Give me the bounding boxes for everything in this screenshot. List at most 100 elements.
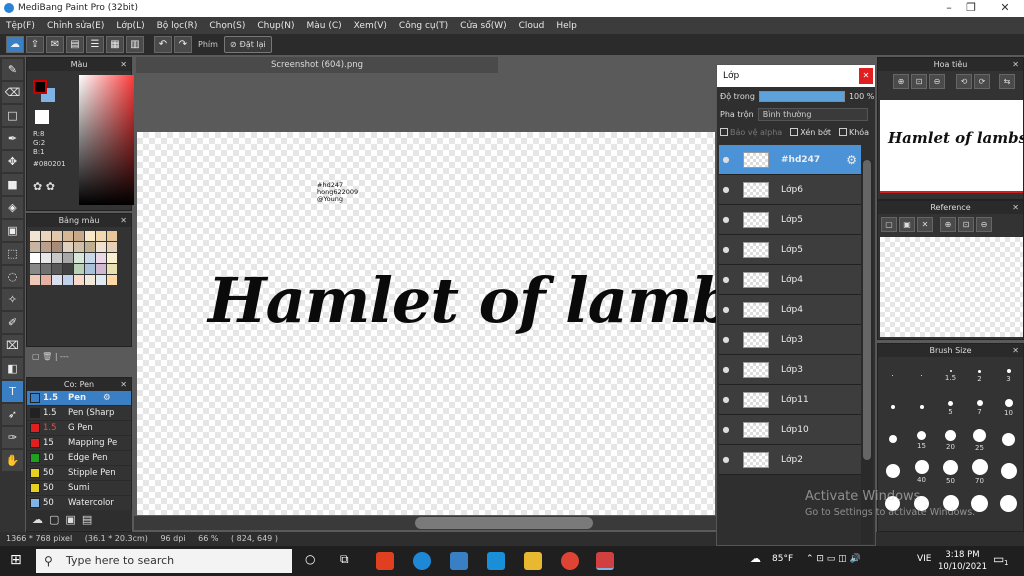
layer-scroll-thumb[interactable] xyxy=(863,160,871,460)
palette-swatch[interactable] xyxy=(107,231,117,241)
chrome-icon[interactable] xyxy=(561,552,579,570)
layer-settings-icon[interactable]: ⚙ xyxy=(846,153,857,167)
menu-item[interactable]: Màu (C) xyxy=(301,21,348,31)
palette-swatch[interactable] xyxy=(30,264,40,274)
brush-item[interactable]: 1.5 Pen (Sharp xyxy=(27,406,131,421)
brush-settings-icon[interactable]: ⚙ xyxy=(103,393,111,403)
panel-close-icon[interactable]: ✕ xyxy=(120,58,127,71)
palette-swatch[interactable] xyxy=(41,231,51,241)
brush-item[interactable]: 10 Edge Pen xyxy=(27,451,131,466)
palette-swatch[interactable] xyxy=(63,253,73,263)
menu-item[interactable]: Help xyxy=(550,21,583,31)
palette-swatch[interactable] xyxy=(107,242,117,252)
palette-swatch[interactable] xyxy=(63,231,73,241)
brush-page-icon[interactable]: ▤ xyxy=(82,513,92,530)
palette-swatch[interactable] xyxy=(63,242,73,252)
lasso-tool-icon[interactable]: ◌ xyxy=(2,266,23,287)
visibility-icon[interactable]: ● xyxy=(719,275,733,284)
ref-close-icon[interactable]: ✕ xyxy=(917,217,933,232)
select-tool-icon[interactable]: ⬚ xyxy=(2,243,23,264)
brush-size-option[interactable] xyxy=(878,360,907,392)
text-tool-icon[interactable]: T xyxy=(2,381,23,402)
input-language[interactable]: VIE xyxy=(917,554,932,564)
menu-item[interactable]: Cloud xyxy=(513,21,551,31)
visibility-icon[interactable]: ● xyxy=(719,185,733,194)
layer-row[interactable]: ● Lớp5 xyxy=(719,235,861,265)
palette-swatch[interactable] xyxy=(52,275,62,285)
panel-close-icon[interactable]: ✕ xyxy=(1012,58,1019,71)
taskbar-clock[interactable]: 3:18 PM 10/10/2021 xyxy=(938,549,987,573)
ref-new-icon[interactable]: ▢ xyxy=(881,217,897,232)
palette-swatch[interactable] xyxy=(74,275,84,285)
select-pen-icon[interactable]: ✐ xyxy=(2,312,23,333)
palette-swatch[interactable] xyxy=(85,253,95,263)
palette-swatch[interactable] xyxy=(52,253,62,263)
palette-swatch[interactable] xyxy=(85,264,95,274)
palette-swatch[interactable] xyxy=(85,242,95,252)
palette-swatch[interactable] xyxy=(74,264,84,274)
brush-size-option[interactable]: 3 xyxy=(994,360,1023,392)
saturation-value-picker[interactable] xyxy=(79,75,139,205)
gradient-tool-icon[interactable]: ▣ xyxy=(2,220,23,241)
palette-swatch[interactable] xyxy=(30,275,40,285)
page-icon[interactable]: ▤ xyxy=(66,36,84,53)
new-palette-icon[interactable]: ▢ xyxy=(32,352,40,361)
ref-fit-icon[interactable]: ⊡ xyxy=(958,217,974,232)
brush-tool-icon[interactable]: ✎ xyxy=(2,59,23,80)
brush-size-option[interactable]: 10 xyxy=(994,392,1023,424)
brush-size-option[interactable]: 7 xyxy=(965,392,994,424)
palette-swatch[interactable] xyxy=(63,275,73,285)
brush-item[interactable]: 1.5 G Pen xyxy=(27,421,131,436)
taskbar-search-box[interactable]: ⚲ Type here to search xyxy=(36,549,292,573)
palette-swatch[interactable] xyxy=(96,242,106,252)
hand-tool-icon[interactable]: ✋ xyxy=(2,450,23,471)
palette-swatch[interactable] xyxy=(41,264,51,274)
blend-mode-select[interactable]: Bình thường xyxy=(757,107,868,121)
tray-icons[interactable]: ⌃ ⊡ ▭ ◫ 🔊 xyxy=(806,554,861,564)
visibility-icon[interactable]: ● xyxy=(719,155,733,164)
palette-icon[interactable]: ✿ ✿ xyxy=(33,180,55,193)
palette-swatch[interactable] xyxy=(107,264,117,274)
opacity-slider[interactable] xyxy=(758,90,845,102)
brush-item[interactable]: 15 Mapping Pe xyxy=(27,436,131,451)
document-tab[interactable]: Screenshot (604).png xyxy=(136,57,498,73)
layer-row[interactable]: ● Lớp2 xyxy=(719,445,861,475)
panel-close-icon[interactable]: ✕ xyxy=(120,214,127,227)
visibility-icon[interactable]: ● xyxy=(719,215,733,224)
menu-item[interactable]: Chụp(N) xyxy=(251,21,300,31)
menu-item[interactable]: Lớp(L) xyxy=(110,21,150,31)
brush-cloud-icon[interactable]: ☁ xyxy=(32,513,43,530)
brush-size-option[interactable]: 1.5 xyxy=(936,360,965,392)
layer-row[interactable]: ● Lớp5 xyxy=(719,205,861,235)
move-tool-icon[interactable]: ✥ xyxy=(2,151,23,172)
layer-row[interactable]: ● Lớp6 xyxy=(719,175,861,205)
visibility-icon[interactable]: ● xyxy=(719,395,733,404)
palette-swatch[interactable] xyxy=(41,242,51,252)
palette-swatch[interactable] xyxy=(74,253,84,263)
layer-row[interactable]: ● Lớp11 xyxy=(719,385,861,415)
undo-icon[interactable]: ↶ xyxy=(154,36,172,53)
menu-item[interactable]: Chọn(S) xyxy=(203,21,251,31)
layer-row[interactable]: ● #hd247 ⚙ xyxy=(719,145,861,175)
cloud-icon[interactable]: ☁ xyxy=(6,36,24,53)
dot-tool-icon[interactable]: □ xyxy=(2,105,23,126)
upload-icon[interactable]: ⇪ xyxy=(26,36,44,53)
menu-item[interactable]: Cửa sổ(W) xyxy=(454,21,512,31)
fill-shape-icon[interactable]: ■ xyxy=(2,174,23,195)
windows-start-icon[interactable]: ⊞ xyxy=(10,552,22,568)
horizontal-scroll-thumb[interactable] xyxy=(415,517,593,529)
brush-size-option[interactable] xyxy=(907,360,936,392)
panel-close-icon[interactable]: ✕ xyxy=(1012,201,1019,214)
delete-palette-icon[interactable]: 🗑 xyxy=(42,352,52,361)
visibility-icon[interactable]: ● xyxy=(719,335,733,344)
palette-swatch[interactable] xyxy=(96,231,106,241)
rotate-right-icon[interactable]: ⟳ xyxy=(974,74,990,89)
layer-row[interactable]: ● Lớp4 xyxy=(719,265,861,295)
ref-open-icon[interactable]: ▣ xyxy=(899,217,915,232)
brush-size-option[interactable] xyxy=(994,488,1023,520)
brush-size-option[interactable]: 50 xyxy=(936,456,965,488)
notification-icon[interactable]: ▭ xyxy=(993,552,1004,566)
brush-size-option[interactable]: 5 xyxy=(936,392,965,424)
brush-item[interactable]: 50 Stipple Pen xyxy=(27,466,131,481)
palette-swatch[interactable] xyxy=(74,242,84,252)
